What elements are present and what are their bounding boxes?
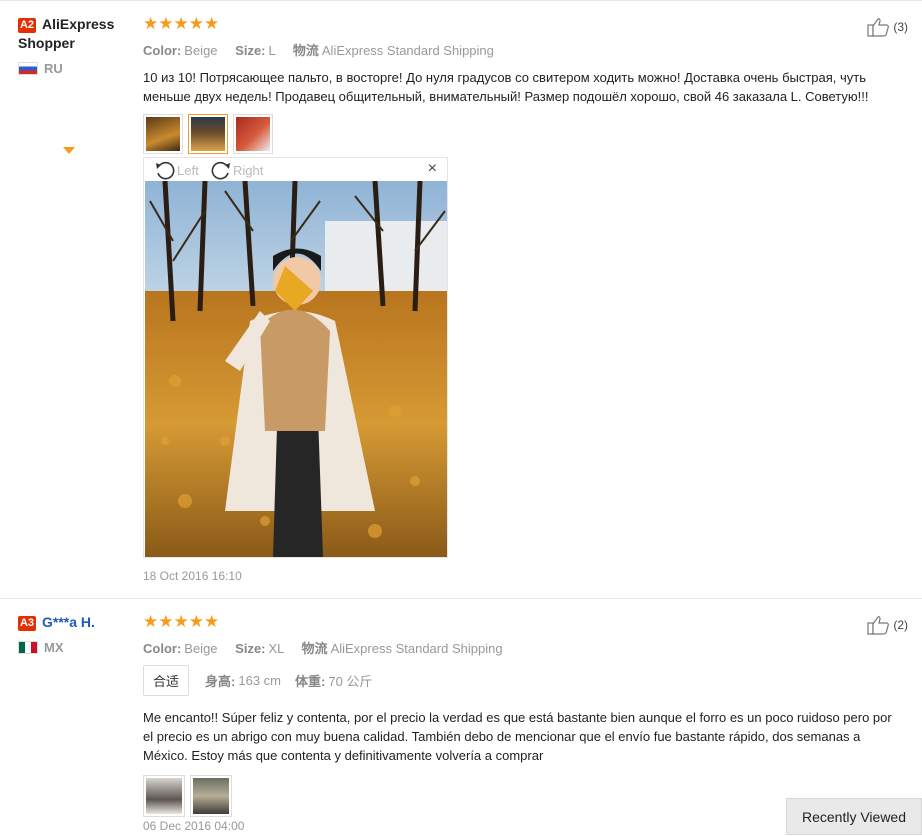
weight-label: 体重: xyxy=(295,674,326,689)
rotate-left-label: Left xyxy=(177,162,199,178)
weight-value: 70 公斤 xyxy=(328,674,373,689)
size-label: Size: xyxy=(235,641,266,656)
order-info: Color: Beige Size: L 物流 AliExpress Standard… xyxy=(143,40,913,59)
color-label: Color: xyxy=(143,641,182,656)
country-code: MX xyxy=(44,640,64,655)
level-badge: A2 xyxy=(18,18,36,33)
rotate-left-icon xyxy=(156,161,175,180)
size-label: Size: xyxy=(235,43,266,58)
review-photos xyxy=(143,114,913,154)
color-value: Beige xyxy=(184,641,218,656)
star-rating: ★★★★★ xyxy=(143,14,220,33)
review-photo-thumbnail[interactable] xyxy=(143,114,183,154)
shipping-value: AliExpress Standard Shipping xyxy=(321,43,494,58)
rotate-right-icon xyxy=(211,161,230,180)
body-info: 合适 身高: 163 cm 体重: 70 公斤 xyxy=(143,665,913,696)
shipping-value: AliExpress Standard Shipping xyxy=(330,641,503,656)
shipping-label: 物流 xyxy=(292,43,319,58)
review-2: A3 G***a H. MX (2) ★★★★★ Color: Beige Size… xyxy=(0,598,922,836)
review-text: Me encanto!! Súper feliz y contenta, por… xyxy=(143,710,892,763)
review-text: 10 из 10! Потрясающее пальто, в восторге… xyxy=(143,70,869,104)
country-code: RU xyxy=(44,61,63,76)
order-info: Color: Beige Size: XL 物流 AliExpress Standar… xyxy=(143,638,913,657)
reviewer-info: A2 AliExpress Shopper RU xyxy=(18,15,138,76)
enlarged-review-photo xyxy=(145,181,447,557)
reviewer-name-row: A2 AliExpress Shopper xyxy=(18,15,138,53)
review-date: 18 Oct 2016 16:10 xyxy=(143,569,242,583)
rotate-right-button[interactable]: Right xyxy=(210,160,263,180)
selected-photo-pointer xyxy=(63,147,75,154)
review-photo-thumbnail[interactable] xyxy=(233,114,273,154)
flag-mx-icon xyxy=(18,641,38,654)
level-badge: A3 xyxy=(18,616,36,631)
review-photo-thumbnail[interactable] xyxy=(143,775,185,817)
rotate-left-button[interactable]: Left xyxy=(154,160,199,180)
reviewer-name-row: A3 G***a H. xyxy=(18,613,138,632)
rotate-right-label: Right xyxy=(233,162,264,178)
height-value: 163 cm xyxy=(238,673,281,688)
height-label: 身高: xyxy=(205,674,236,689)
review-photo-thumbnail-selected[interactable] xyxy=(188,114,228,154)
color-label: Color: xyxy=(143,43,182,58)
review-content: ★★★★★ Color: Beige Size: XL 物流 AliExpress S… xyxy=(143,613,913,817)
fit-badge: 合适 xyxy=(143,665,190,696)
star-rating: ★★★★★ xyxy=(143,612,220,631)
review-photo-image xyxy=(145,181,447,557)
reviewer-name: G***a H. xyxy=(42,614,95,630)
reviewer-country: MX xyxy=(18,640,138,655)
photo-viewer-toolbar: Left Right × xyxy=(144,158,447,180)
review-1: A2 AliExpress Shopper RU (3) ★★★★★ Color:… xyxy=(0,0,922,599)
review-content: ★★★★★ Color: Beige Size: L 物流 AliExpress St… xyxy=(143,15,913,154)
shipping-label: 物流 xyxy=(301,641,328,656)
close-icon[interactable]: × xyxy=(428,161,437,177)
size-value: XL xyxy=(268,641,284,656)
review-date: 06 Dec 2016 04:00 xyxy=(143,819,245,833)
photo-viewer: Left Right × xyxy=(143,157,448,558)
flag-ru-icon xyxy=(18,62,38,75)
color-value: Beige xyxy=(184,43,218,58)
review-photo-thumbnail[interactable] xyxy=(190,775,232,817)
size-value: L xyxy=(268,43,276,58)
reviewer-info: A3 G***a H. MX xyxy=(18,613,138,655)
recently-viewed-button[interactable]: Recently Viewed xyxy=(786,798,922,835)
reviewer-country: RU xyxy=(18,61,138,76)
